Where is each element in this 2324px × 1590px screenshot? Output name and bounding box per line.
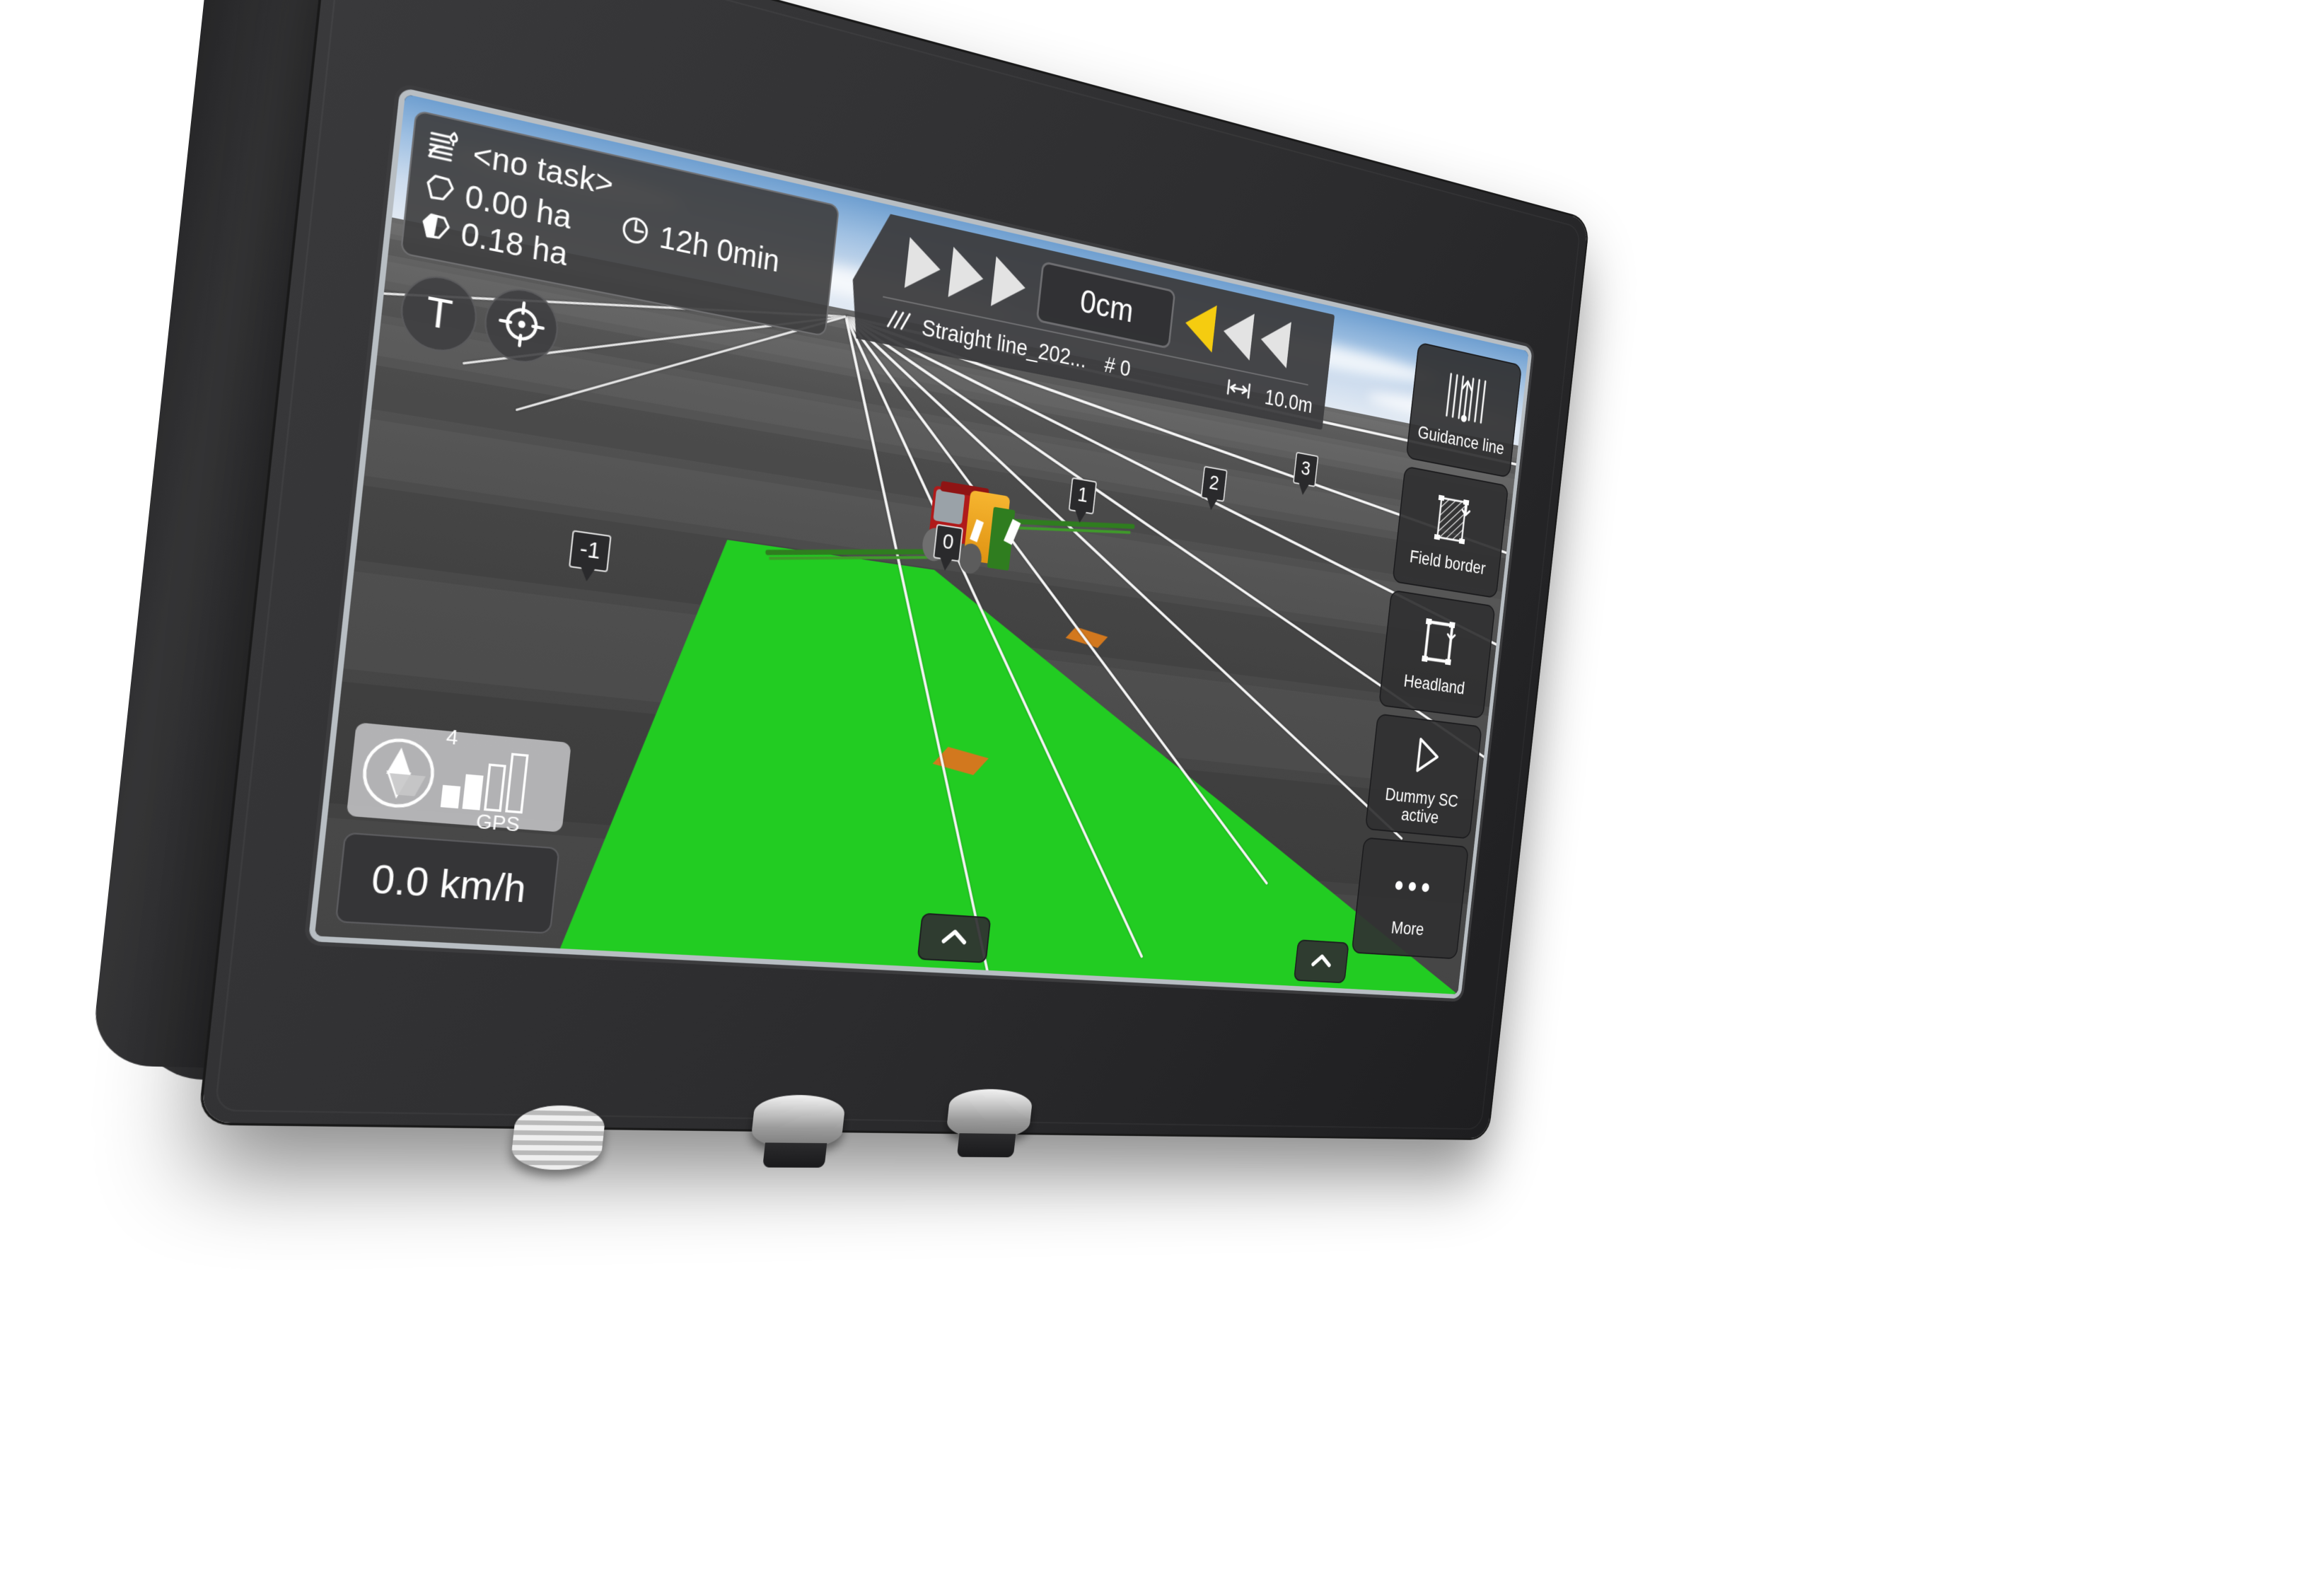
boom-left-truss	[769, 555, 948, 560]
guidance-line-label: Guidance line	[1417, 422, 1506, 459]
clock-icon	[619, 211, 653, 252]
field-outline-icon	[421, 170, 458, 210]
expand-bottom-right-button[interactable]	[1293, 939, 1349, 984]
tractor-cab-glass	[933, 489, 965, 525]
field-border-icon	[1429, 490, 1477, 550]
section-control-label: Dummy SC active	[1384, 783, 1460, 828]
ellipsis-icon	[1389, 859, 1436, 915]
tractor-wheel-left	[921, 526, 948, 563]
signal-bar-1	[440, 784, 461, 809]
satellite-count: 4	[445, 724, 460, 750]
guidance-line	[462, 315, 847, 365]
more-button[interactable]: More	[1351, 837, 1470, 960]
working-width-value: 10.0m	[1263, 385, 1314, 418]
lightbar-arrow-right	[905, 237, 943, 295]
boom-left	[765, 549, 951, 555]
tractor-cab	[928, 485, 972, 545]
guidance-line-icon	[1441, 367, 1491, 429]
connector-antenna	[509, 1104, 607, 1171]
lightbar-arrow-right	[991, 256, 1028, 313]
screenshot-root: -1 0 1 2 3 <no task> 0.00 ha 12h 0min 0.…	[0, 0, 2324, 1590]
more-label: More	[1390, 917, 1425, 939]
recenter-target-button[interactable]	[481, 282, 562, 369]
lightbar-arrow-right	[948, 247, 987, 304]
lightbar-arrow-left-active	[1183, 299, 1216, 353]
tractor-roof	[940, 480, 989, 499]
field-border-label: Field border	[1408, 546, 1487, 579]
track-marker: 0	[933, 523, 963, 562]
gps-terminal-device: -1 0 1 2 3 <no task> 0.00 ha 12h 0min 0.…	[90, 0, 1589, 1171]
field-border-button[interactable]: Field border	[1392, 465, 1509, 599]
headland-button[interactable]: Headland	[1378, 589, 1496, 719]
play-triangle-icon	[1406, 727, 1448, 784]
width-measure-icon	[1224, 377, 1253, 406]
task-area-value: 0.00 ha	[463, 178, 574, 236]
lightbar-arrow-left	[1258, 315, 1291, 368]
guidance-line-number: # 0	[1103, 352, 1132, 382]
section-control-button[interactable]: Dummy SC active	[1364, 713, 1482, 840]
headland-icon	[1414, 613, 1463, 672]
guidance-line	[515, 315, 847, 412]
headland-label: Headland	[1402, 671, 1466, 699]
task-worked-row: 0.18 ha	[417, 208, 818, 321]
track-marker: -1	[568, 530, 612, 573]
guidance-line-button[interactable]: Guidance line	[1405, 342, 1523, 478]
gps-status-panel[interactable]: 4 GPS	[346, 722, 571, 836]
boom-stripe-marker	[970, 519, 984, 542]
task-name-label: <no task>	[471, 137, 615, 202]
chevron-up-icon	[1309, 951, 1334, 971]
expand-bottom-center-button[interactable]	[917, 912, 992, 963]
track-marker: 3	[1292, 451, 1319, 487]
track-marker: 2	[1200, 465, 1228, 502]
signal-bar-2	[462, 774, 484, 811]
lightbar-arrow-left	[1221, 308, 1254, 361]
device-scene: -1 0 1 2 3 <no task> 0.00 ha 12h 0min 0.…	[0, 0, 2324, 1590]
track-marker: 1	[1068, 477, 1097, 515]
speed-display[interactable]: 0.0 km/h	[335, 832, 560, 934]
guidance-lines-icon	[883, 306, 912, 340]
